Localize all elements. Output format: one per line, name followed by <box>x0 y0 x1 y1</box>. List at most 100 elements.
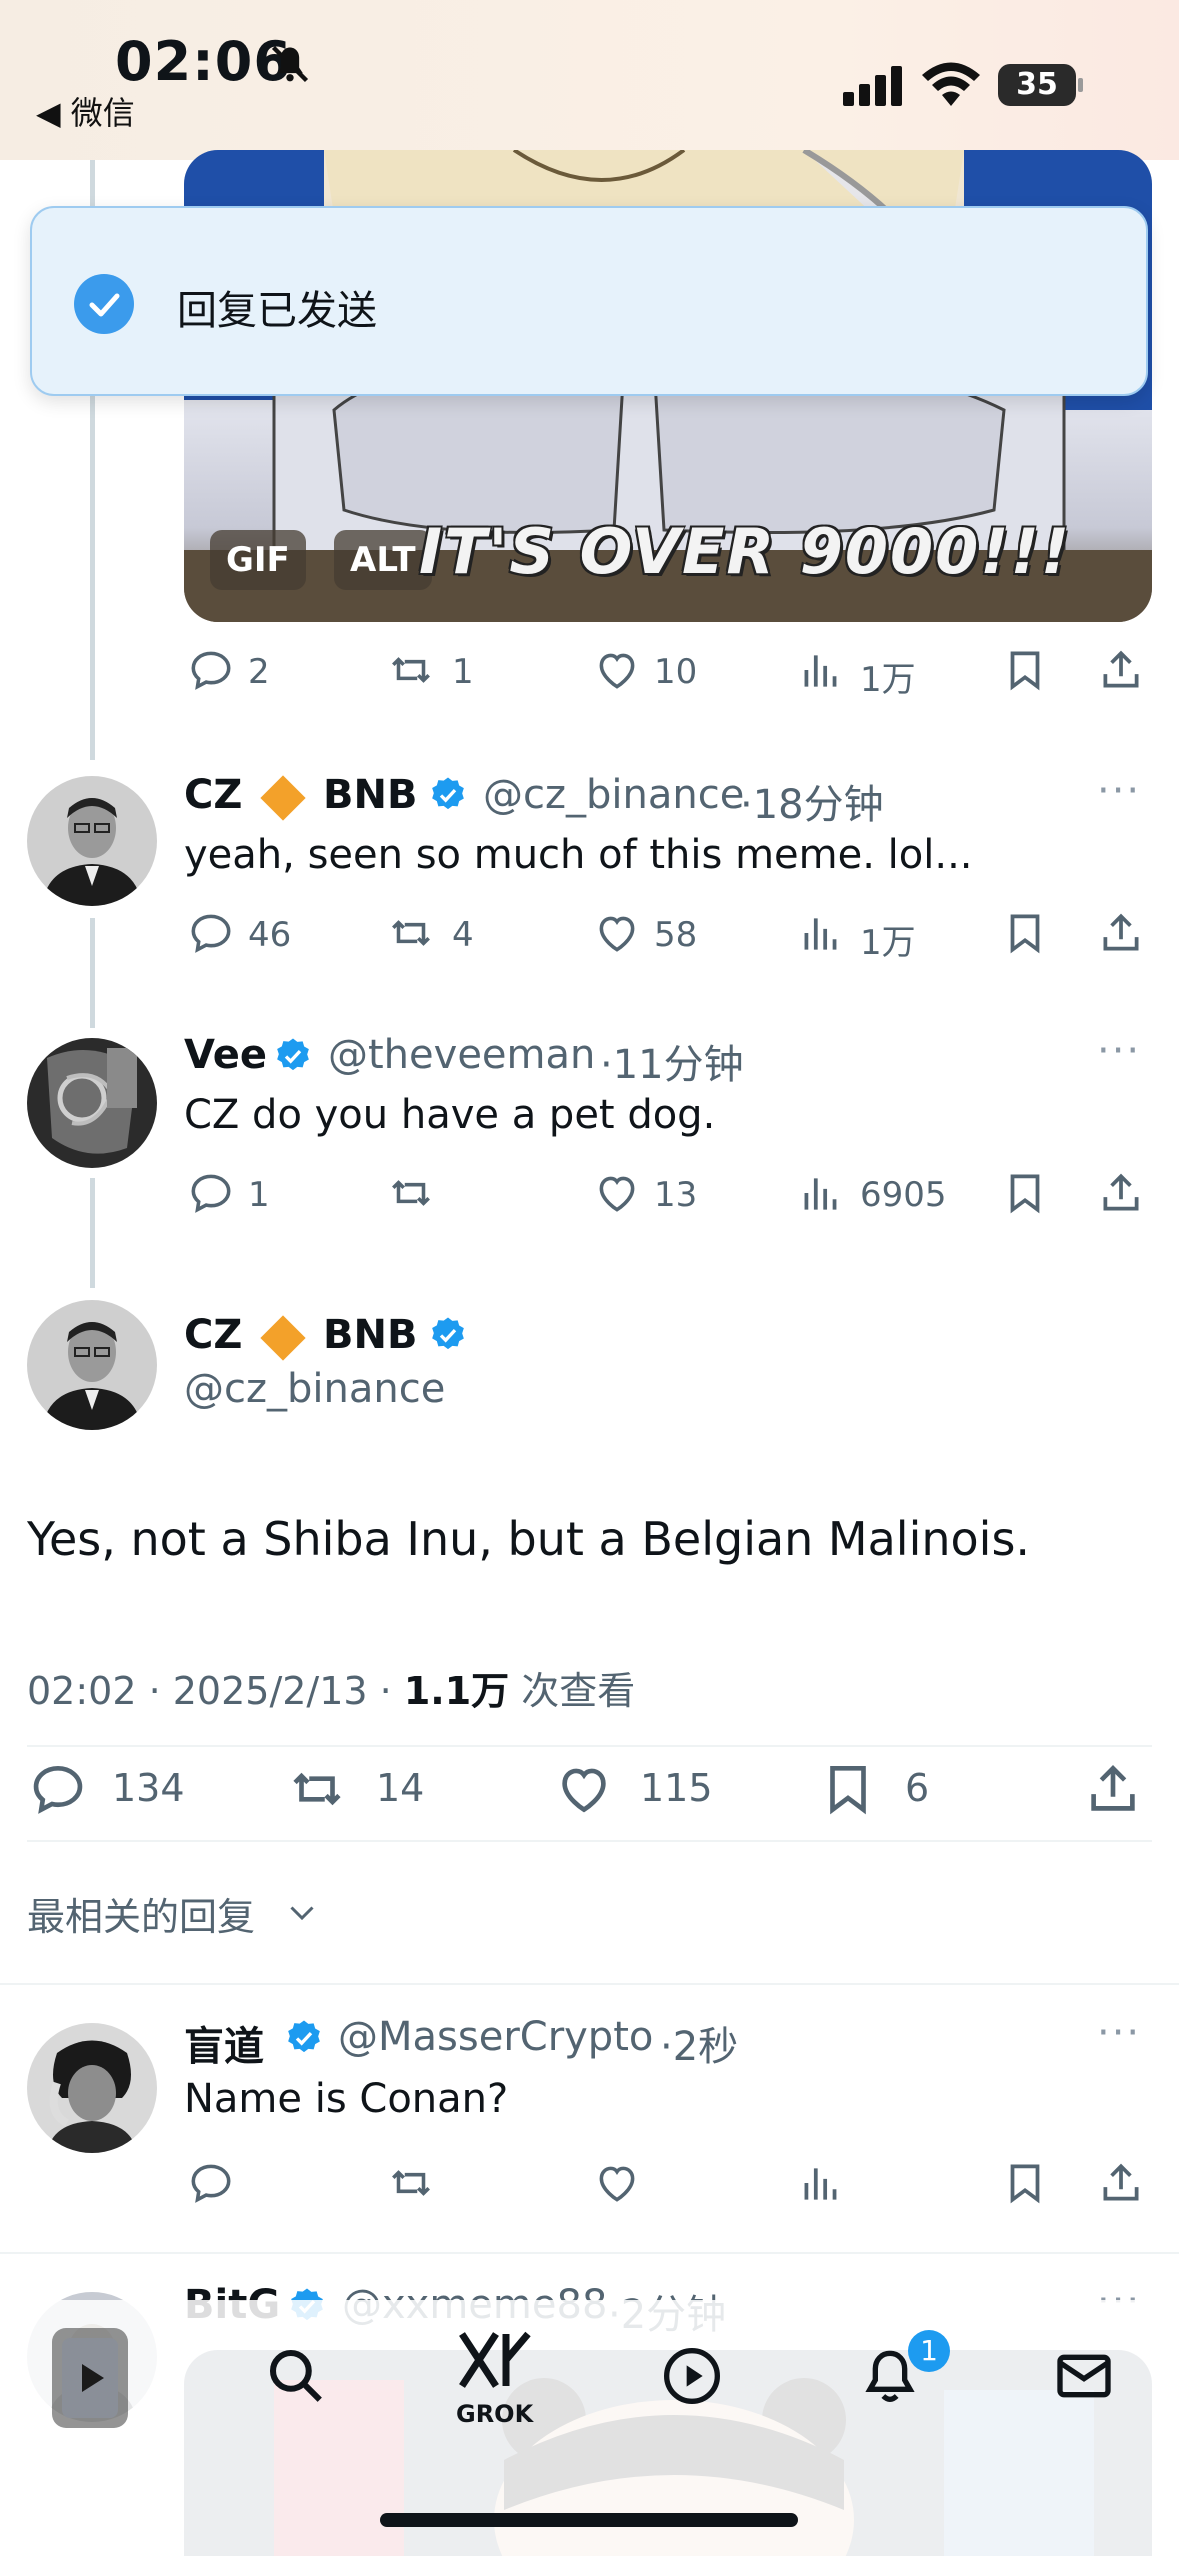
views-icon[interactable] <box>796 2158 846 2208</box>
share-icon[interactable] <box>1096 908 1146 958</box>
reply-count: 2 <box>248 652 270 692</box>
notification-count-badge: 1 <box>908 2330 950 2372</box>
bookmark-icon[interactable] <box>817 1758 879 1820</box>
main-author-name[interactable]: CZ <box>184 1312 242 1358</box>
verified-badge-icon <box>284 2018 324 2058</box>
reply-count: 1 <box>248 1175 270 1215</box>
share-icon[interactable] <box>1096 2158 1146 2208</box>
alt-text-button[interactable]: ALT <box>334 530 432 590</box>
views-icon[interactable] <box>796 645 846 695</box>
bookmark-icon[interactable] <box>1000 908 1050 958</box>
author-name[interactable]: CZ <box>184 772 242 818</box>
repost-icon[interactable] <box>386 908 436 958</box>
tweet-time: ·18分钟 <box>740 782 884 828</box>
sort-replies-dropdown[interactable]: 最相关的回复 <box>27 1886 255 1941</box>
home-nav-button[interactable] <box>52 2328 128 2428</box>
divider <box>0 1983 1179 1985</box>
repost-icon[interactable] <box>286 1758 348 1820</box>
bookmark-icon[interactable] <box>1000 645 1050 695</box>
battery-cap <box>1078 78 1083 92</box>
reply-count: 46 <box>248 915 292 955</box>
more-options-button[interactable]: ··· <box>1097 1028 1141 1074</box>
thread-line <box>90 1178 95 1288</box>
avatar-cz[interactable] <box>27 776 157 906</box>
like-icon[interactable] <box>592 645 642 695</box>
home-indicator[interactable] <box>380 2513 798 2527</box>
avatar-vee[interactable] <box>27 1038 157 1168</box>
repost-count: 4 <box>452 915 474 955</box>
verified-badge-icon <box>428 1315 468 1355</box>
gif-caption: IT'S OVER 9000!!! <box>419 515 1072 588</box>
author-name[interactable]: 盲道 <box>184 2014 264 2072</box>
like-icon[interactable] <box>592 2158 642 2208</box>
repost-icon[interactable] <box>386 1168 436 1218</box>
reply-icon[interactable] <box>27 1758 89 1820</box>
share-icon[interactable] <box>1096 1168 1146 1218</box>
author-handle[interactable]: @MasserCrypto <box>338 2014 653 2060</box>
views-count: 1万 <box>860 660 916 700</box>
divider <box>27 1745 1152 1747</box>
grok-label: GROK <box>456 2400 534 2428</box>
divider <box>27 1840 1152 1842</box>
like-count: 115 <box>640 1766 713 1810</box>
sort-label: 最相关的回复 <box>27 1895 256 1939</box>
reply-icon[interactable] <box>186 908 236 958</box>
share-icon[interactable] <box>1082 1758 1144 1820</box>
more-options-button[interactable]: ··· <box>1097 768 1141 814</box>
tweet-time: ·11分钟 <box>600 1042 744 1088</box>
like-count: 13 <box>654 1175 698 1215</box>
bnb-diamond-icon <box>255 1310 311 1366</box>
bnb-diamond-icon <box>255 770 311 826</box>
grok-icon[interactable] <box>458 2330 532 2390</box>
repost-count: 1 <box>452 652 474 692</box>
status-time: 02:06 <box>115 30 292 93</box>
bookmark-icon[interactable] <box>1000 2158 1050 2208</box>
cellular-signal-icon <box>843 66 905 106</box>
views-icon[interactable] <box>796 1168 846 1218</box>
author-name[interactable]: Vee <box>184 1032 267 1078</box>
like-icon[interactable] <box>592 1168 642 1218</box>
like-icon[interactable] <box>553 1758 615 1820</box>
views-icon[interactable] <box>796 908 846 958</box>
avatar-cz-main[interactable] <box>27 1300 157 1430</box>
reply-count: 134 <box>112 1766 185 1810</box>
gif-badge: GIF <box>210 530 306 590</box>
avatar-masser[interactable] <box>27 2023 157 2153</box>
back-to-wechat-link[interactable]: ◀ 微信 <box>36 88 135 134</box>
toast-message: 回复已发送 <box>177 288 377 334</box>
thread-line <box>90 918 95 1028</box>
like-count: 58 <box>654 915 698 955</box>
main-author-handle[interactable]: @cz_binance <box>184 1366 445 1412</box>
verified-badge-icon <box>273 1036 313 1076</box>
tweet-time: ·2秒 <box>660 2024 739 2070</box>
tweet-text: Name is Conan? <box>184 2076 509 2122</box>
views-count: 1万 <box>860 923 916 963</box>
divider <box>0 2252 1179 2254</box>
author-handle[interactable]: @theveeman <box>328 1032 595 1078</box>
author-handle[interactable]: @cz_binance <box>483 772 744 818</box>
repost-icon[interactable] <box>386 645 436 695</box>
reply-sent-toast: 回复已发送 <box>30 206 1148 396</box>
checkmark-icon <box>74 274 134 334</box>
mute-bell-icon <box>268 42 312 86</box>
reply-icon[interactable] <box>186 1168 236 1218</box>
repost-icon[interactable] <box>386 2158 436 2208</box>
like-icon[interactable] <box>592 908 642 958</box>
tweet-text: yeah, seen so much of this meme. lol... <box>184 832 973 878</box>
battery-indicator: 35 <box>998 64 1076 106</box>
main-author-name-suffix[interactable]: BNB <box>323 1312 417 1358</box>
reply-icon[interactable] <box>186 2158 236 2208</box>
verified-badge-icon <box>428 775 468 815</box>
bookmark-icon[interactable] <box>1000 1168 1050 1218</box>
repost-count: 14 <box>376 1766 425 1810</box>
more-options-button[interactable]: ··· <box>1097 2010 1141 2056</box>
chevron-down-icon[interactable] <box>282 1894 322 1930</box>
author-name-suffix[interactable]: BNB <box>323 772 417 818</box>
view-count: 1.1万 <box>403 1669 510 1713</box>
share-icon[interactable] <box>1096 645 1146 695</box>
messages-mail-icon[interactable] <box>1052 2344 1116 2408</box>
video-play-icon[interactable] <box>660 2344 724 2408</box>
reply-icon[interactable] <box>186 645 236 695</box>
tweet-meta: 02:02 · 2025/2/13 · 1.1万 次查看 <box>27 1660 635 1715</box>
search-icon[interactable] <box>262 2342 328 2408</box>
